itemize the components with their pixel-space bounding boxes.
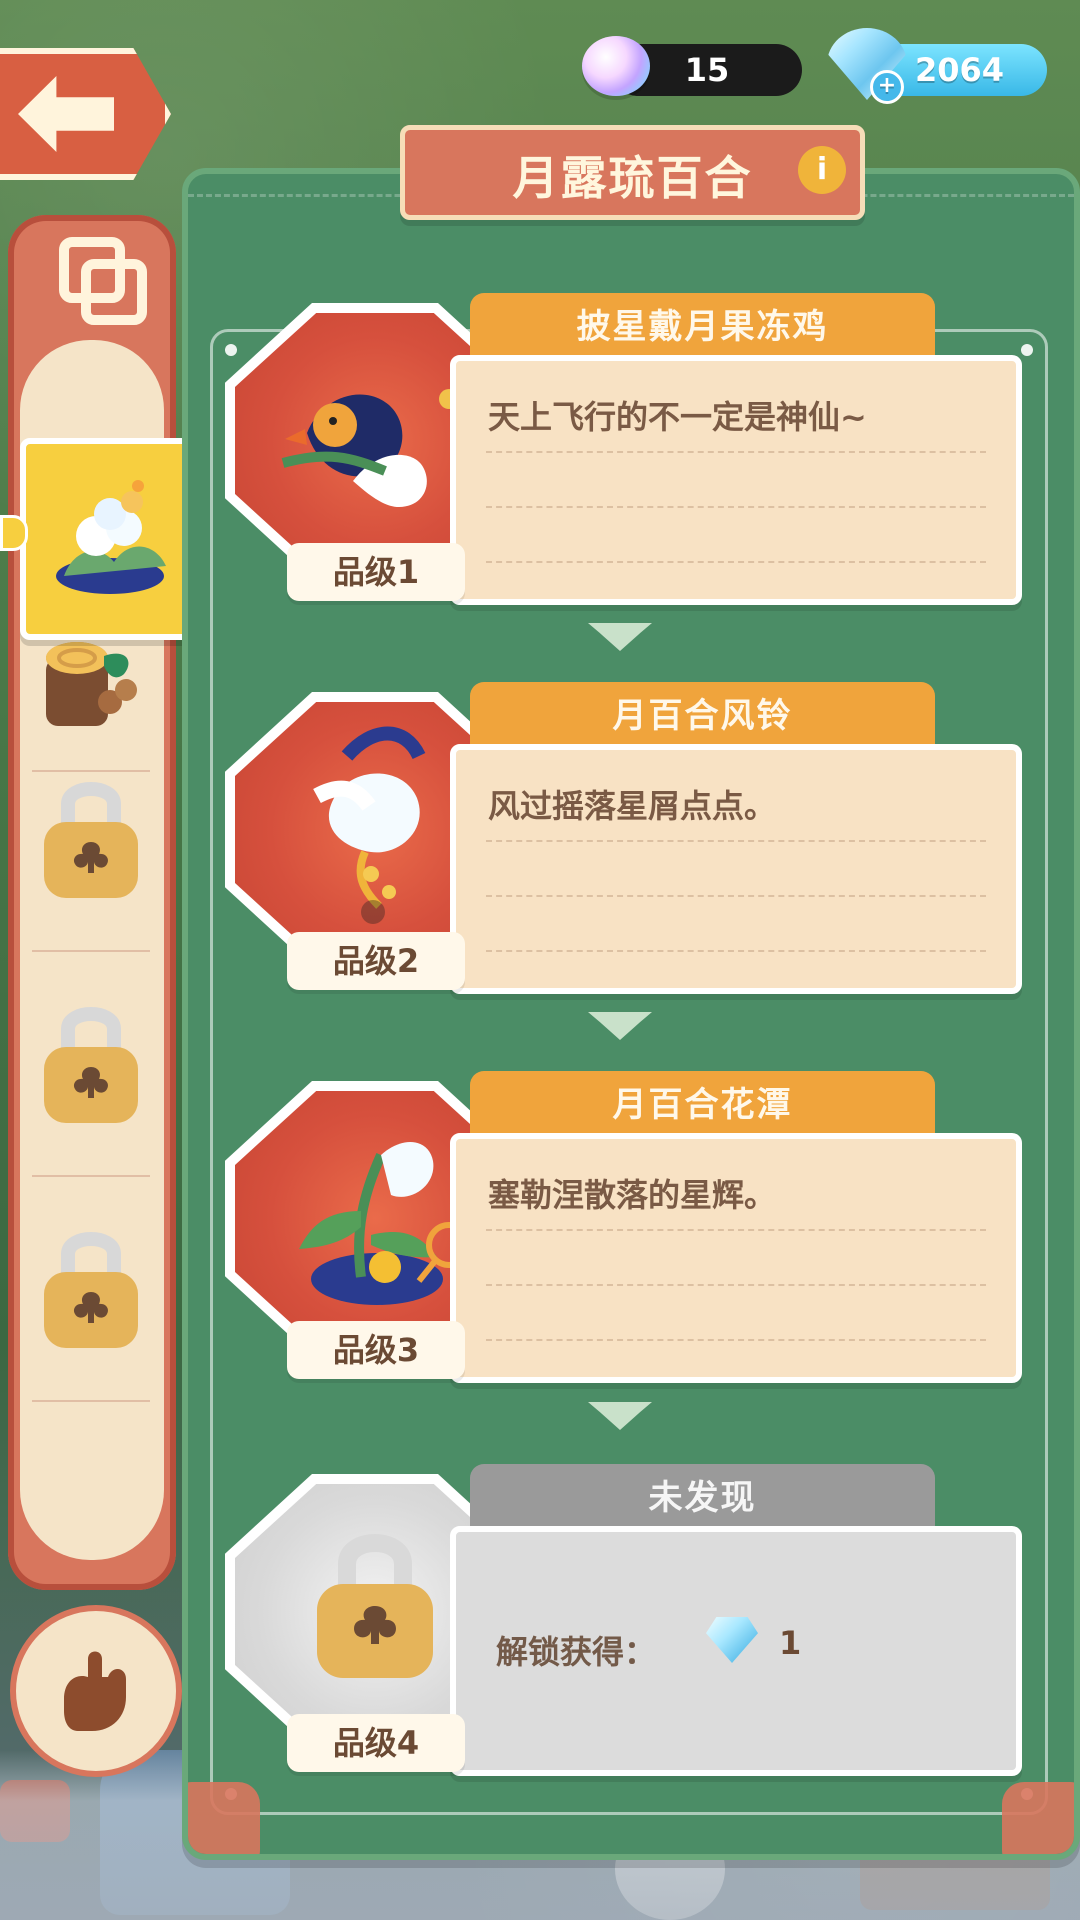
item-description-card: 塞勒涅散落的星辉。 (450, 1133, 1022, 1383)
back-arrow-icon (18, 76, 114, 152)
lock-icon (44, 1232, 138, 1348)
divider-line (486, 1339, 986, 1341)
item-name-header: 月百合花潭 (470, 1071, 935, 1139)
divider-line (486, 561, 986, 563)
lock-icon (44, 1007, 138, 1123)
divider-line (486, 506, 986, 508)
collection-entry: 未发现 解锁获得： 1 品级4 (225, 1464, 1022, 1776)
corner-dot (1021, 344, 1033, 356)
item-level: 品级2 (287, 932, 465, 990)
lock-icon (44, 782, 138, 898)
list-item[interactable] (32, 1220, 150, 1402)
divider-line (486, 840, 986, 842)
selection-indicator (0, 515, 28, 551)
pointing-hand-icon (64, 1651, 126, 1731)
cotton-counter: 15 (582, 36, 802, 96)
rainbow-cotton-icon (582, 36, 650, 96)
item-description-card: 解锁获得： 1 (450, 1526, 1022, 1776)
divider-line (486, 1229, 986, 1231)
item-level: 品级1 (287, 543, 465, 601)
item-description: 塞勒涅散落的星辉。 (488, 1176, 777, 1214)
item-name-header: 披星戴月果冻鸡 (470, 293, 935, 361)
list-item[interactable] (32, 770, 150, 952)
moon-lily-icon (56, 480, 166, 594)
item-description-card: 风过摇落星屑点点。 (450, 744, 1022, 994)
plus-icon[interactable]: + (870, 70, 904, 104)
collection-entry: 月百合花潭 塞勒涅散落的星辉。 品级3 (225, 1071, 1022, 1383)
selected-item-card[interactable] (20, 438, 204, 640)
item-description: 风过摇落星屑点点。 (488, 787, 777, 825)
collection-entry: 披星戴月果冻鸡 天上飞行的不一定是神仙~ 品级1 (225, 293, 1022, 605)
item-description: 天上飞行的不一定是神仙~ (488, 398, 867, 436)
divider-line (486, 895, 986, 897)
panel-corner-decoration (188, 1782, 260, 1854)
divider-line (486, 950, 986, 952)
collection-entry: 月百合风铃 风过摇落星屑点点。 品级2 (225, 682, 1022, 994)
gem-counter[interactable]: + 2064 (827, 28, 1047, 104)
list-item[interactable] (32, 995, 150, 1177)
item-name-header: 月百合风铃 (470, 682, 935, 750)
item-name-header: 未发现 (470, 1464, 935, 1532)
unlock-reward-value: 1 (779, 1624, 802, 1662)
diamond-icon (706, 1617, 758, 1663)
pointer-button[interactable] (10, 1605, 182, 1777)
item-level: 品级3 (287, 1321, 465, 1379)
cotton-value: 15 (684, 51, 730, 89)
item-level: 品级4 (287, 1714, 465, 1772)
category-link-icon[interactable] (52, 230, 152, 330)
page-title: 月露琉百合 (512, 151, 753, 205)
item-description-card: 天上飞行的不一定是神仙~ (450, 355, 1022, 605)
title-ribbon: 月露琉百合 i (400, 125, 865, 220)
divider-line (486, 1284, 986, 1286)
unlock-label: 解锁获得： (496, 1633, 657, 1671)
divider-line (486, 451, 986, 453)
panel-corner-decoration (1002, 1782, 1074, 1854)
info-icon[interactable]: i (798, 146, 846, 194)
gem-value: 2064 (914, 51, 1005, 89)
